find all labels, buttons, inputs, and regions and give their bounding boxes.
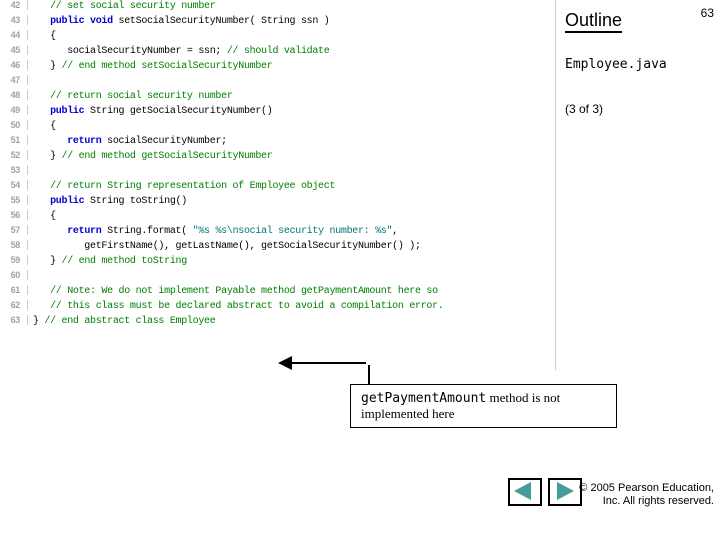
line-number: 53 (0, 165, 28, 175)
line-number: 51 (0, 135, 28, 145)
code-token: // set social security number (33, 1, 215, 12)
line-number: 62 (0, 300, 28, 310)
line-number: 50 (0, 120, 28, 130)
code-token: return (67, 136, 101, 147)
code-line: 57 return String.format( "%s %s\nsocial … (0, 225, 555, 240)
prev-button[interactable] (508, 478, 542, 506)
code-token: return (67, 226, 101, 237)
outline-panel: Outline Employee.java (3 of 3) (565, 10, 712, 116)
code-token: socialSecurityNumber; (101, 136, 226, 147)
code-token: setSocialSecurityNumber( String ssn ) (113, 16, 330, 27)
code-token: public (50, 106, 84, 117)
line-number: 47 (0, 75, 28, 85)
code-token: public (50, 196, 84, 207)
code-token: String.format( (101, 226, 192, 237)
code-line: 63} // end abstract class Employee (0, 315, 555, 330)
callout-code: getPaymentAmount (361, 391, 486, 406)
code-line: 48 // return social security number (0, 90, 555, 105)
line-number: 46 (0, 60, 28, 70)
code-token (33, 136, 67, 147)
next-button[interactable] (548, 478, 582, 506)
code-line: 44 { (0, 30, 555, 45)
copyright-line1: © 2005 Pearson Education, (579, 482, 714, 494)
code-token: { (33, 121, 56, 132)
copyright-line2: Inc. All rights reserved. (603, 495, 714, 507)
code-token: public void (50, 16, 113, 27)
code-token: socialSecurityNumber = ssn; (33, 46, 227, 57)
callout-connector (368, 365, 370, 384)
code-token: // should validate (227, 46, 330, 57)
code-token: // end abstract class Employee (44, 316, 215, 327)
line-number: 55 (0, 195, 28, 205)
code-token (33, 226, 67, 237)
code-token: // end method toString (62, 256, 187, 267)
outline-heading: Outline (565, 10, 622, 33)
code-line: 43 public void setSocialSecurityNumber( … (0, 15, 555, 30)
line-number: 44 (0, 30, 28, 40)
line-number: 52 (0, 150, 28, 160)
line-number: 45 (0, 45, 28, 55)
code-line: 45 socialSecurityNumber = ssn; // should… (0, 45, 555, 60)
code-token: { (33, 211, 56, 222)
code-line: 52 } // end method getSocialSecurityNumb… (0, 150, 555, 165)
code-token: // return social security number (33, 91, 233, 102)
code-line: 56 { (0, 210, 555, 225)
code-token: // this class must be declared abstract … (33, 301, 443, 312)
code-line: 46 } // end method setSocialSecurityNumb… (0, 60, 555, 75)
code-listing: 42 // set social security number43 publi… (0, 0, 556, 370)
code-token: } (33, 316, 44, 327)
code-token (33, 16, 50, 27)
code-token: String getSocialSecurityNumber() (84, 106, 272, 117)
line-number: 49 (0, 105, 28, 115)
line-number: 58 (0, 240, 28, 250)
code-line: 42 // set social security number (0, 0, 555, 15)
line-number: 42 (0, 0, 28, 10)
code-token: { (33, 31, 56, 42)
line-number: 61 (0, 285, 28, 295)
code-token: } (33, 61, 62, 72)
code-token: "%s %s\nsocial security number: %s" (193, 226, 393, 237)
line-number: 48 (0, 90, 28, 100)
code-line: 55 public String toString() (0, 195, 555, 210)
file-name: Employee.java (565, 57, 712, 72)
part-indicator: (3 of 3) (565, 102, 712, 116)
code-token (33, 196, 50, 207)
line-number: 60 (0, 270, 28, 280)
code-line: 58 getFirstName(), getLastName(), getSoc… (0, 240, 555, 255)
arrow-head-icon (278, 356, 292, 370)
code-token: } (33, 256, 62, 267)
code-line: 51 return socialSecurityNumber; (0, 135, 555, 150)
code-line: 54 // return String representation of Em… (0, 180, 555, 195)
code-token: // Note: We do not implement Payable met… (33, 286, 443, 297)
code-line: 59 } // end method toString (0, 255, 555, 270)
code-line: 61 // Note: We do not implement Payable … (0, 285, 555, 300)
code-token: String toString() (84, 196, 187, 207)
code-token: getFirstName(), getLastName(), getSocial… (33, 241, 421, 252)
code-token: // end method setSocialSecurityNumber (62, 61, 273, 72)
code-token (33, 271, 39, 282)
code-token: } (33, 151, 62, 162)
code-line: 62 // this class must be declared abstra… (0, 300, 555, 315)
code-line: 53 (0, 165, 555, 180)
line-number: 57 (0, 225, 28, 235)
line-number: 56 (0, 210, 28, 220)
line-number: 63 (0, 315, 28, 325)
code-token (33, 106, 50, 117)
code-line: 50 { (0, 120, 555, 135)
line-number: 59 (0, 255, 28, 265)
nav-buttons (505, 478, 582, 506)
code-token (33, 76, 39, 87)
code-token: // return String representation of Emplo… (33, 181, 335, 192)
callout-box: getPaymentAmount method is not implement… (350, 384, 617, 428)
code-token: // end method getSocialSecurityNumber (62, 151, 273, 162)
code-line: 47 (0, 75, 555, 90)
code-line: 60 (0, 270, 555, 285)
arrow-line (286, 362, 366, 364)
code-token (33, 166, 39, 177)
code-token: , (392, 226, 398, 237)
copyright: © 2005 Pearson Education, Inc. All right… (579, 482, 714, 508)
line-number: 54 (0, 180, 28, 190)
code-line: 49 public String getSocialSecurityNumber… (0, 105, 555, 120)
line-number: 43 (0, 15, 28, 25)
